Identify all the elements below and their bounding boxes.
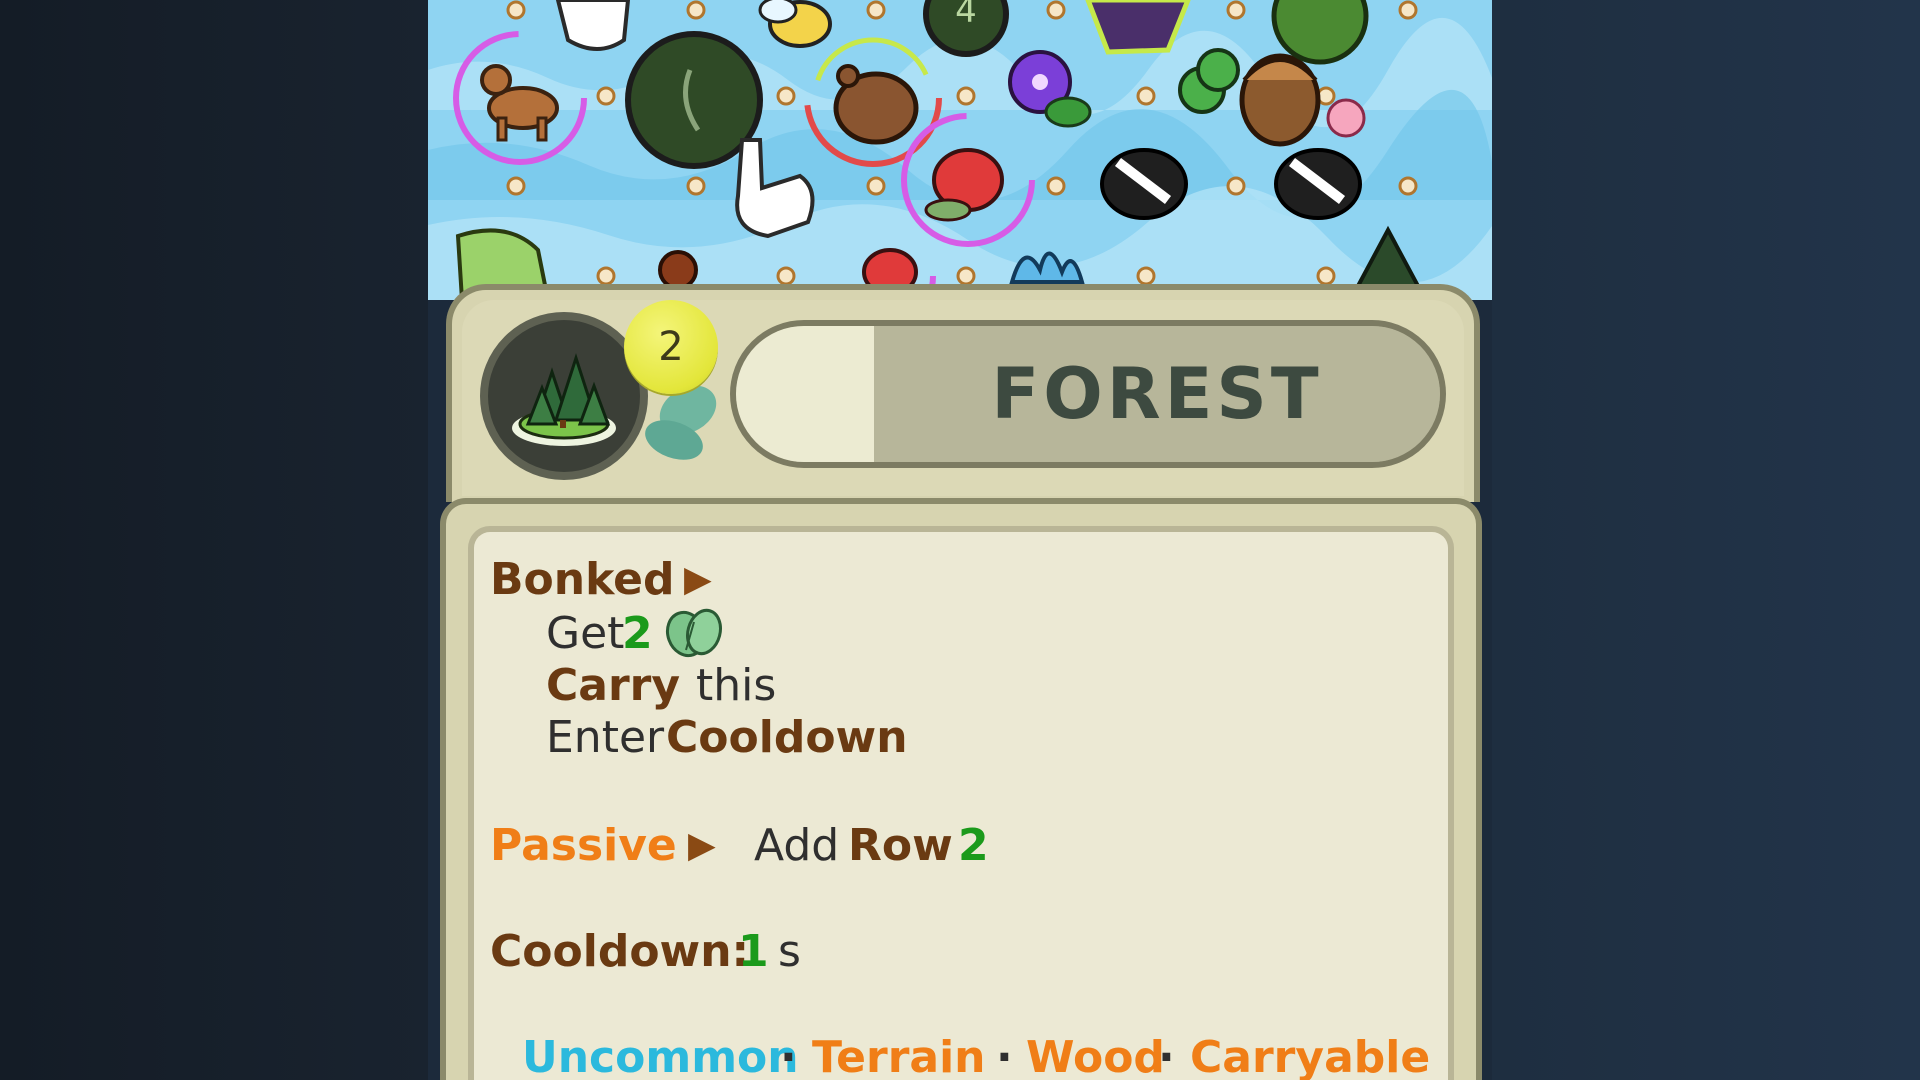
tag-separator: ·	[996, 1032, 1013, 1080]
flower-icon	[1008, 50, 1092, 128]
title-plate: FOREST	[730, 320, 1446, 468]
cooldown-value: 1	[738, 926, 769, 977]
passive-add-text: Add	[754, 820, 840, 871]
passive-row-keyword: Row	[848, 820, 953, 871]
trigger-label: Bonked	[490, 554, 675, 605]
acorn-icon	[1239, 53, 1321, 147]
enter-text: Enter	[546, 712, 665, 763]
rarity-tag: Uncommon	[522, 1032, 799, 1080]
cooldown-label: Cooldown:	[490, 926, 750, 977]
get-amount: 2	[622, 608, 653, 659]
tag-wood: Wood	[1026, 1032, 1165, 1080]
count-badge: 4	[923, 0, 1009, 57]
passive-arrow-icon: ▶	[688, 825, 716, 866]
svg-text:4: 4	[955, 0, 977, 31]
blossom-icon	[1326, 98, 1366, 138]
get-text: Get	[546, 608, 625, 659]
card-icon-disc	[480, 312, 648, 480]
salmon-icon	[924, 148, 1004, 222]
skunk-icon	[1100, 148, 1188, 220]
carry-text: this	[696, 660, 777, 711]
cooldown-keyword: Cooldown	[666, 712, 908, 763]
passive-amount: 2	[958, 820, 989, 871]
game-board[interactable]: 4	[428, 0, 1492, 300]
card-title: FOREST	[991, 353, 1323, 435]
trigger-arrow-icon: ▶	[684, 559, 712, 600]
tag-separator: ·	[1158, 1032, 1175, 1080]
tag-carryable: Carryable	[1190, 1032, 1431, 1080]
passive-label: Passive	[490, 820, 677, 871]
forest-icon	[512, 353, 616, 446]
cooldown-unit: s	[778, 926, 801, 977]
leaf-resource-icon	[665, 608, 722, 658]
right-letterbox	[1492, 0, 1920, 1080]
carry-keyword: Carry	[546, 660, 681, 711]
tag-separator: ·	[780, 1032, 797, 1080]
tag-terrain: Terrain	[812, 1032, 986, 1080]
skunk-icon	[1274, 148, 1362, 220]
level-badge: 2	[624, 300, 718, 394]
left-letterbox	[0, 0, 428, 1080]
game-viewport: 4 2 FOREST Bonked ▶ Get 2 Carry this Ent…	[428, 0, 1492, 1080]
